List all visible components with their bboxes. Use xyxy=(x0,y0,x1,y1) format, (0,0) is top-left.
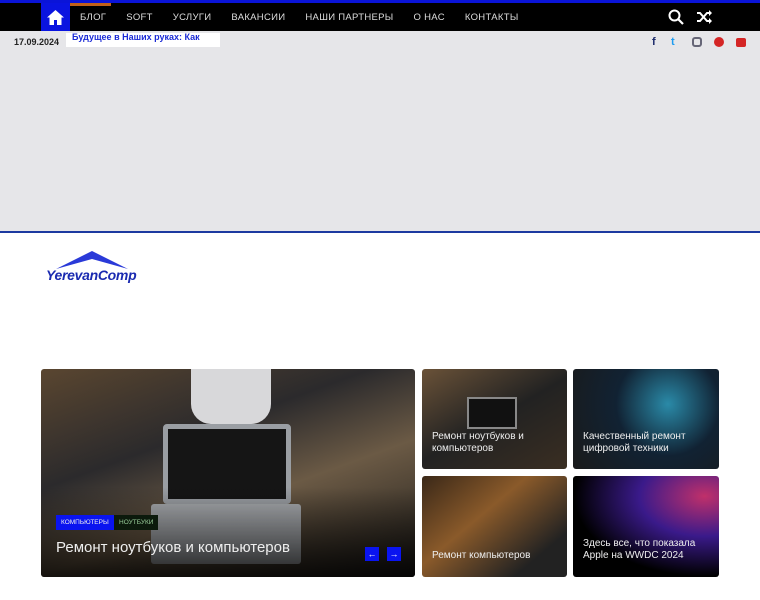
news-ticker[interactable]: Будущее в Наших руках: Как xyxy=(66,33,220,47)
nav-item-soft[interactable]: SOFT xyxy=(116,12,163,23)
tag-laptops[interactable]: НОУТБУКИ xyxy=(114,515,159,530)
tile-image xyxy=(467,397,517,429)
nav-item-blog[interactable]: БЛОГ xyxy=(70,12,116,23)
nav-item-about[interactable]: О НАС xyxy=(403,12,454,23)
slide-title[interactable]: Ремонт ноутбуков и компьютеров xyxy=(56,539,290,557)
post-tile[interactable]: Ремонт ноутбуков и компьютеров xyxy=(422,369,567,469)
slide-image-person xyxy=(191,369,271,424)
nav-item-vacancies[interactable]: ВАКАНСИИ xyxy=(221,12,295,23)
twitter-icon[interactable]: t xyxy=(671,36,675,48)
featured-slide[interactable]: КОМПЬЮТЕРЫ НОУТБУКИ Ремонт ноутбуков и к… xyxy=(41,369,415,577)
facebook-icon[interactable]: f xyxy=(652,36,656,48)
tile-title[interactable]: Ремонт ноутбуков и компьютеров xyxy=(432,431,567,455)
top-info-bar: 17.09.2024 Будущее в Наших руках: Как f … xyxy=(0,31,760,231)
next-slide-button[interactable]: → xyxy=(387,547,401,561)
shuffle-icon[interactable] xyxy=(696,9,713,25)
tile-title[interactable]: Ремонт компьютеров xyxy=(432,550,530,562)
nav-item-services[interactable]: УСЛУГИ xyxy=(163,12,222,23)
slide-overlay xyxy=(41,487,415,577)
current-date: 17.09.2024 xyxy=(14,37,60,47)
post-tile[interactable]: Здесь все, что показала Apple на WWDC 20… xyxy=(573,476,719,577)
prev-slide-button[interactable]: ← xyxy=(365,547,379,561)
post-tile[interactable]: Ремонт компьютеров xyxy=(422,476,567,577)
main-nav: БЛОГ SOFT УСЛУГИ ВАКАНСИИ НАШИ ПАРТНЕРЫ … xyxy=(0,3,760,31)
search-icon[interactable] xyxy=(668,9,684,25)
home-button[interactable] xyxy=(41,3,70,31)
site-logo[interactable]: YerevanComp xyxy=(46,249,138,287)
post-tile[interactable]: Качественный ремонт цифровой техники xyxy=(573,369,719,469)
youtube-icon[interactable] xyxy=(736,38,746,47)
tile-title[interactable]: Качественный ремонт цифровой техники xyxy=(583,431,719,455)
home-icon xyxy=(47,9,64,25)
tile-title[interactable]: Здесь все, что показала Apple на WWDC 20… xyxy=(583,538,719,562)
tag-computers[interactable]: КОМПЬЮТЕРЫ xyxy=(56,515,114,530)
instagram-icon[interactable] xyxy=(692,37,702,47)
nav-item-contacts[interactable]: КОНТАКТЫ xyxy=(455,12,529,23)
pinterest-icon[interactable] xyxy=(714,37,724,47)
nav-item-partners[interactable]: НАШИ ПАРТНЕРЫ xyxy=(295,12,403,23)
header-divider xyxy=(0,231,760,233)
